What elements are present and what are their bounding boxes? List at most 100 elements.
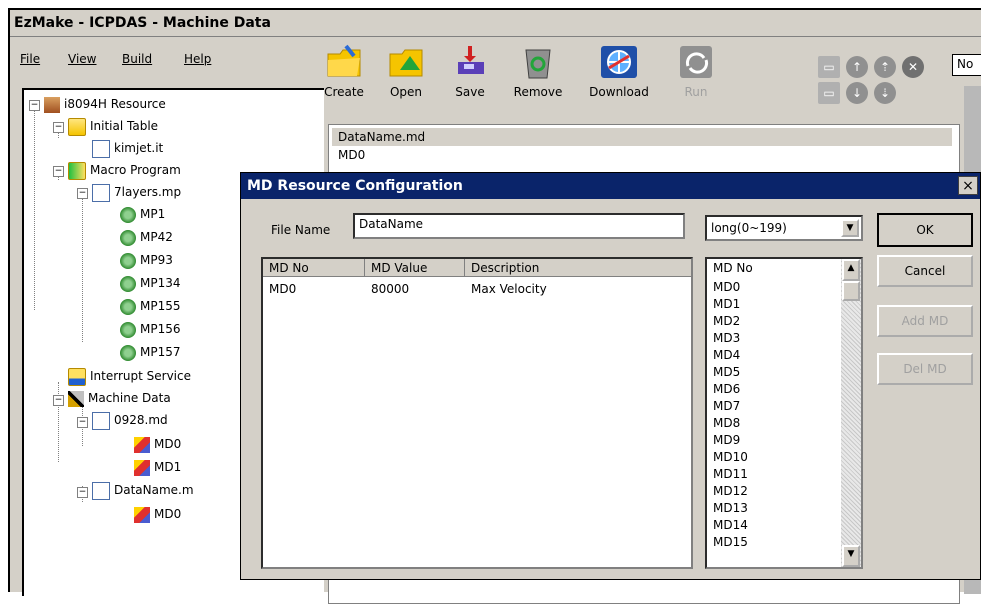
- md-list-item[interactable]: MD3: [713, 330, 740, 346]
- md-list-item[interactable]: MD5: [713, 364, 740, 380]
- md-list-item[interactable]: MD4: [713, 347, 740, 363]
- expand-initial-table[interactable]: −: [53, 122, 64, 133]
- menu-file[interactable]: File: [20, 52, 40, 66]
- file-icon: [92, 139, 110, 158]
- md-list-item[interactable]: MD9: [713, 432, 740, 448]
- down-arrow-icon[interactable]: ↓: [846, 82, 868, 104]
- scroll-down-button[interactable]: ▼: [842, 545, 860, 567]
- scrollbar-track[interactable]: [841, 259, 861, 567]
- tree-item-kimjet[interactable]: kimjet.it: [92, 138, 163, 158]
- tree-item-macro-program[interactable]: Macro Program: [68, 160, 181, 180]
- md-list-item[interactable]: MD2: [713, 313, 740, 329]
- remove-label: Remove: [513, 85, 563, 99]
- expand-root[interactable]: −: [29, 100, 40, 111]
- expand-dataname[interactable]: −: [77, 487, 88, 498]
- expand-0928[interactable]: −: [77, 417, 88, 428]
- chevron-down-icon[interactable]: ▼: [841, 219, 859, 237]
- gear-icon: [120, 344, 136, 361]
- open-label: Open: [389, 85, 423, 99]
- tree-item-md[interactable]: MD0: [134, 504, 181, 524]
- tree-item-mp[interactable]: MP42: [120, 227, 173, 247]
- tree-item-mp[interactable]: MP155: [120, 296, 181, 316]
- md-list-item[interactable]: MD6: [713, 381, 740, 397]
- close-button[interactable]: ×: [958, 176, 978, 195]
- expand-machine-data[interactable]: −: [53, 395, 64, 406]
- download-button[interactable]: Download: [584, 44, 654, 99]
- window-icon[interactable]: ▭: [818, 56, 840, 78]
- file-name-label: File Name: [271, 223, 331, 237]
- type-select-value: long(0~199): [711, 221, 787, 235]
- menu-help[interactable]: Help: [184, 52, 211, 66]
- tree-label: MP42: [140, 230, 173, 244]
- scroll-up-button[interactable]: ▲: [842, 259, 860, 281]
- md-list-item[interactable]: MD7: [713, 398, 740, 414]
- tree-item-7layers[interactable]: 7layers.mp: [92, 182, 181, 202]
- bottom-arrow-icon[interactable]: ⇣: [874, 82, 896, 104]
- recycle-bin-icon: [525, 49, 551, 79]
- cubes-icon: [134, 459, 150, 476]
- tree-item-root[interactable]: i8094H Resource: [44, 94, 166, 114]
- md-list-item[interactable]: MD13: [713, 500, 748, 516]
- tree-item-md[interactable]: MD0: [134, 434, 181, 454]
- md-list-item[interactable]: MD11: [713, 466, 748, 482]
- file-name-input[interactable]: DataName: [353, 213, 685, 239]
- tree-item-initial-table[interactable]: Initial Table: [68, 116, 158, 136]
- md-list-item[interactable]: MD14: [713, 517, 748, 533]
- content-first-row[interactable]: MD0: [338, 148, 365, 162]
- md-list-item[interactable]: MD1: [713, 296, 740, 312]
- cancel-button[interactable]: Cancel: [877, 255, 973, 287]
- tree-item-mp[interactable]: MP134: [120, 273, 181, 293]
- gear-icon: [120, 229, 136, 246]
- md-list-item[interactable]: MD8: [713, 415, 740, 431]
- file-icon: [92, 183, 110, 202]
- save-icon: [458, 46, 484, 74]
- create-button[interactable]: Create: [320, 44, 368, 99]
- open-button[interactable]: Open: [382, 44, 430, 99]
- tree-item-interrupt[interactable]: Interrupt Service: [68, 366, 191, 386]
- md-list-item[interactable]: MD10: [713, 449, 748, 465]
- expand-macro-program[interactable]: −: [53, 166, 64, 177]
- tree-item-md[interactable]: MD1: [134, 457, 181, 477]
- remove-button[interactable]: Remove: [510, 44, 566, 99]
- cell-md-no: MD0: [269, 282, 297, 296]
- tree-item-0928[interactable]: 0928.md: [92, 410, 168, 430]
- window-title: EzMake - ICPDAS - Machine Data: [10, 10, 981, 37]
- window-restore-icon[interactable]: ▭: [818, 82, 840, 104]
- type-select[interactable]: long(0~199) ▼: [705, 215, 863, 241]
- up-arrow-icon[interactable]: ↑: [846, 56, 868, 78]
- tree-item-mp[interactable]: MP1: [120, 204, 165, 224]
- menu-view[interactable]: View: [68, 52, 96, 66]
- folder-icon: [68, 117, 86, 136]
- tree-item-mp[interactable]: MP93: [120, 250, 173, 270]
- tools-icon: [68, 390, 84, 407]
- tree-label: MD1: [154, 460, 182, 474]
- md-list[interactable]: MD No MD0 MD1 MD2 MD3 MD4 MD5 MD6 MD7 MD8 MD9 MD10…: [705, 257, 863, 569]
- md-list-header: MD No: [707, 259, 829, 277]
- right-combo[interactable]: No: [952, 54, 981, 76]
- tree-item-mp[interactable]: MP157: [120, 342, 181, 362]
- save-button[interactable]: Save: [446, 44, 494, 99]
- ok-button[interactable]: OK: [877, 213, 973, 247]
- cell-md-value: 80000: [371, 282, 410, 296]
- md-table[interactable]: MD No MD Value Description MD0 80000 Max…: [261, 257, 693, 569]
- run-button[interactable]: Run: [672, 44, 720, 99]
- md-list-item[interactable]: MD12: [713, 483, 748, 499]
- column-header-md-value[interactable]: MD Value: [365, 259, 465, 277]
- tree-item-mp[interactable]: MP156: [120, 319, 181, 339]
- column-header-md-no[interactable]: MD No: [263, 259, 365, 277]
- menu-build[interactable]: Build: [122, 52, 152, 66]
- expand-7layers[interactable]: −: [77, 188, 88, 199]
- column-header-description[interactable]: Description: [465, 259, 691, 277]
- top-arrow-icon[interactable]: ⇡: [874, 56, 896, 78]
- scrollbar-thumb[interactable]: [842, 281, 860, 301]
- del-md-button[interactable]: Del MD: [877, 353, 973, 385]
- md-list-item[interactable]: MD0: [713, 279, 740, 295]
- download-label: Download: [589, 85, 649, 99]
- add-md-button[interactable]: Add MD: [877, 305, 973, 337]
- tree-item-dataname[interactable]: DataName.m: [92, 480, 194, 500]
- tree-item-machine-data[interactable]: Machine Data: [68, 388, 171, 408]
- stop-icon[interactable]: ✕: [902, 56, 924, 78]
- md-list-item[interactable]: MD15: [713, 534, 748, 550]
- gear-icon: [120, 321, 136, 338]
- run-label: Run: [684, 85, 708, 99]
